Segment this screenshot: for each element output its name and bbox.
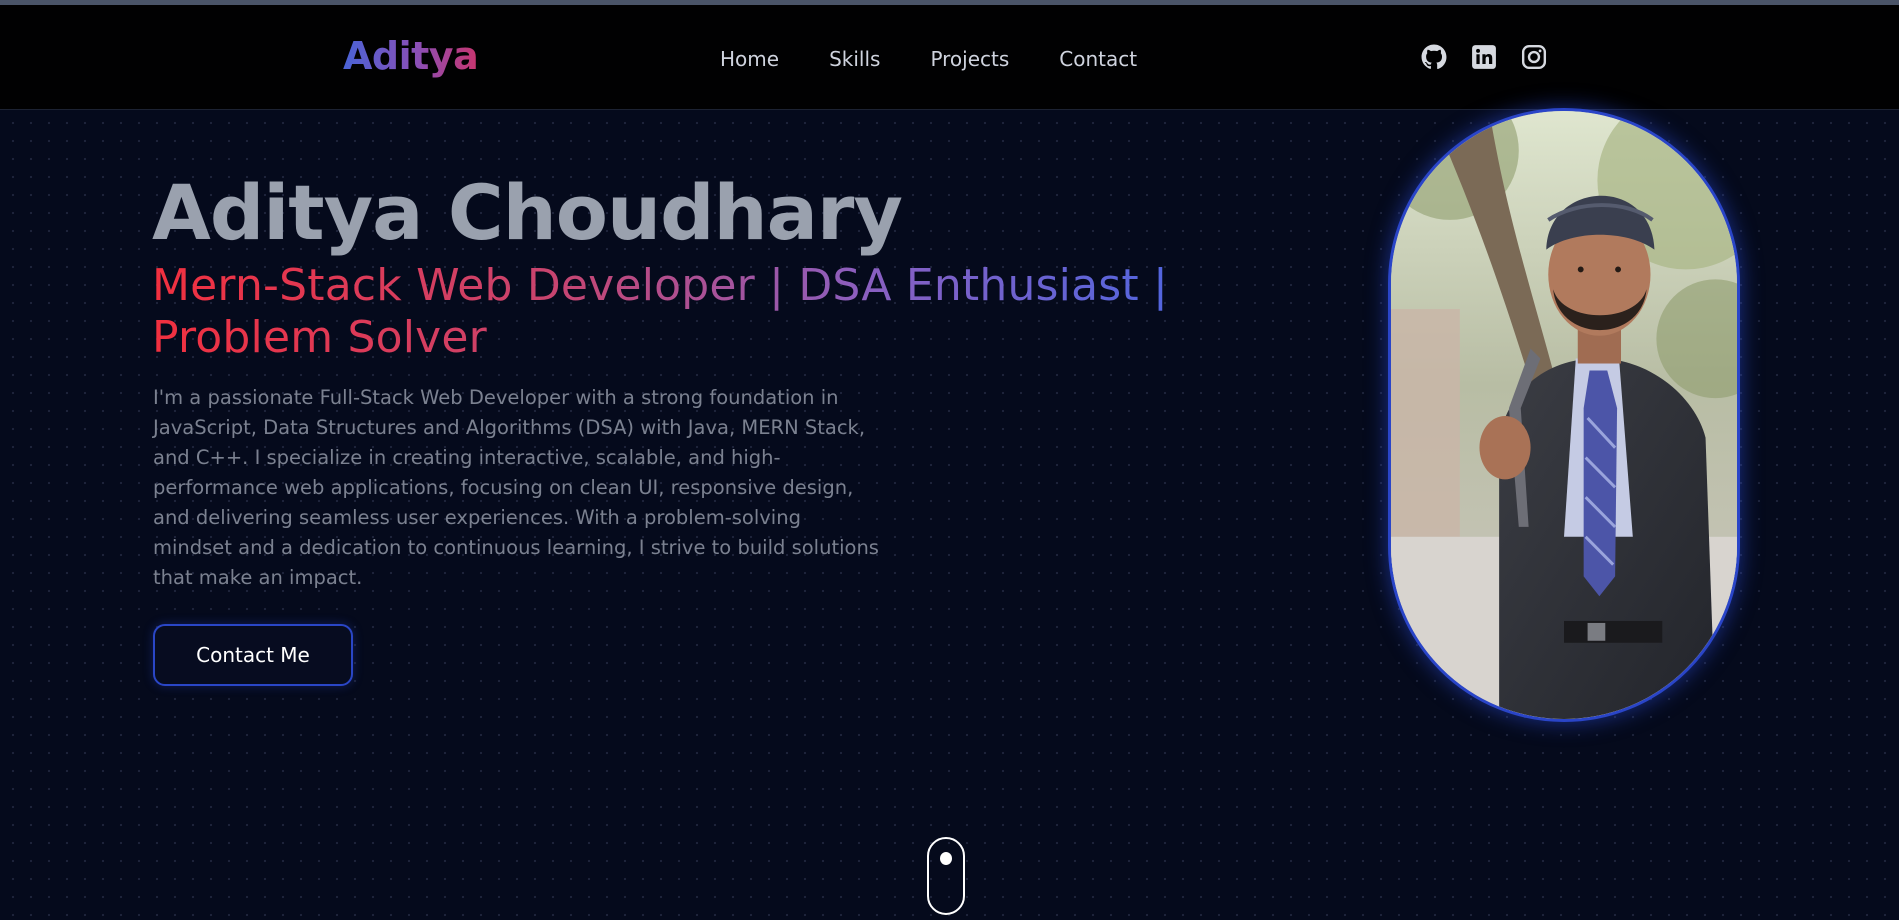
github-icon[interactable] [1421,44,1447,70]
instagram-icon[interactable] [1521,44,1547,70]
nav-link-skills[interactable]: Skills [829,47,880,71]
social-links [1421,44,1547,70]
logo[interactable]: Aditya [343,34,479,78]
linkedin-icon[interactable] [1471,44,1497,70]
navbar: Aditya Home Skills Projects Contact [0,5,1899,110]
hero-name: Aditya Choudhary [152,168,903,257]
hero-description: I'm a passionate Full-Stack Web Develope… [153,386,879,589]
scroll-down-indicator[interactable] [927,837,965,915]
nav-link-home[interactable]: Home [720,47,779,71]
profile-photo [1388,108,1740,722]
nav-link-contact[interactable]: Contact [1059,47,1137,71]
nav-links: Home Skills Projects Contact [720,47,1187,71]
nav-link-projects[interactable]: Projects [930,47,1009,71]
contact-me-button[interactable]: Contact Me [153,624,353,686]
hero-subtitle: Mern-Stack Web Developer | DSA Enthusias… [152,260,1202,364]
scroll-wheel-dot [940,852,952,865]
portfolio-page: Aditya Home Skills Projects Contact Adit… [0,0,1899,920]
